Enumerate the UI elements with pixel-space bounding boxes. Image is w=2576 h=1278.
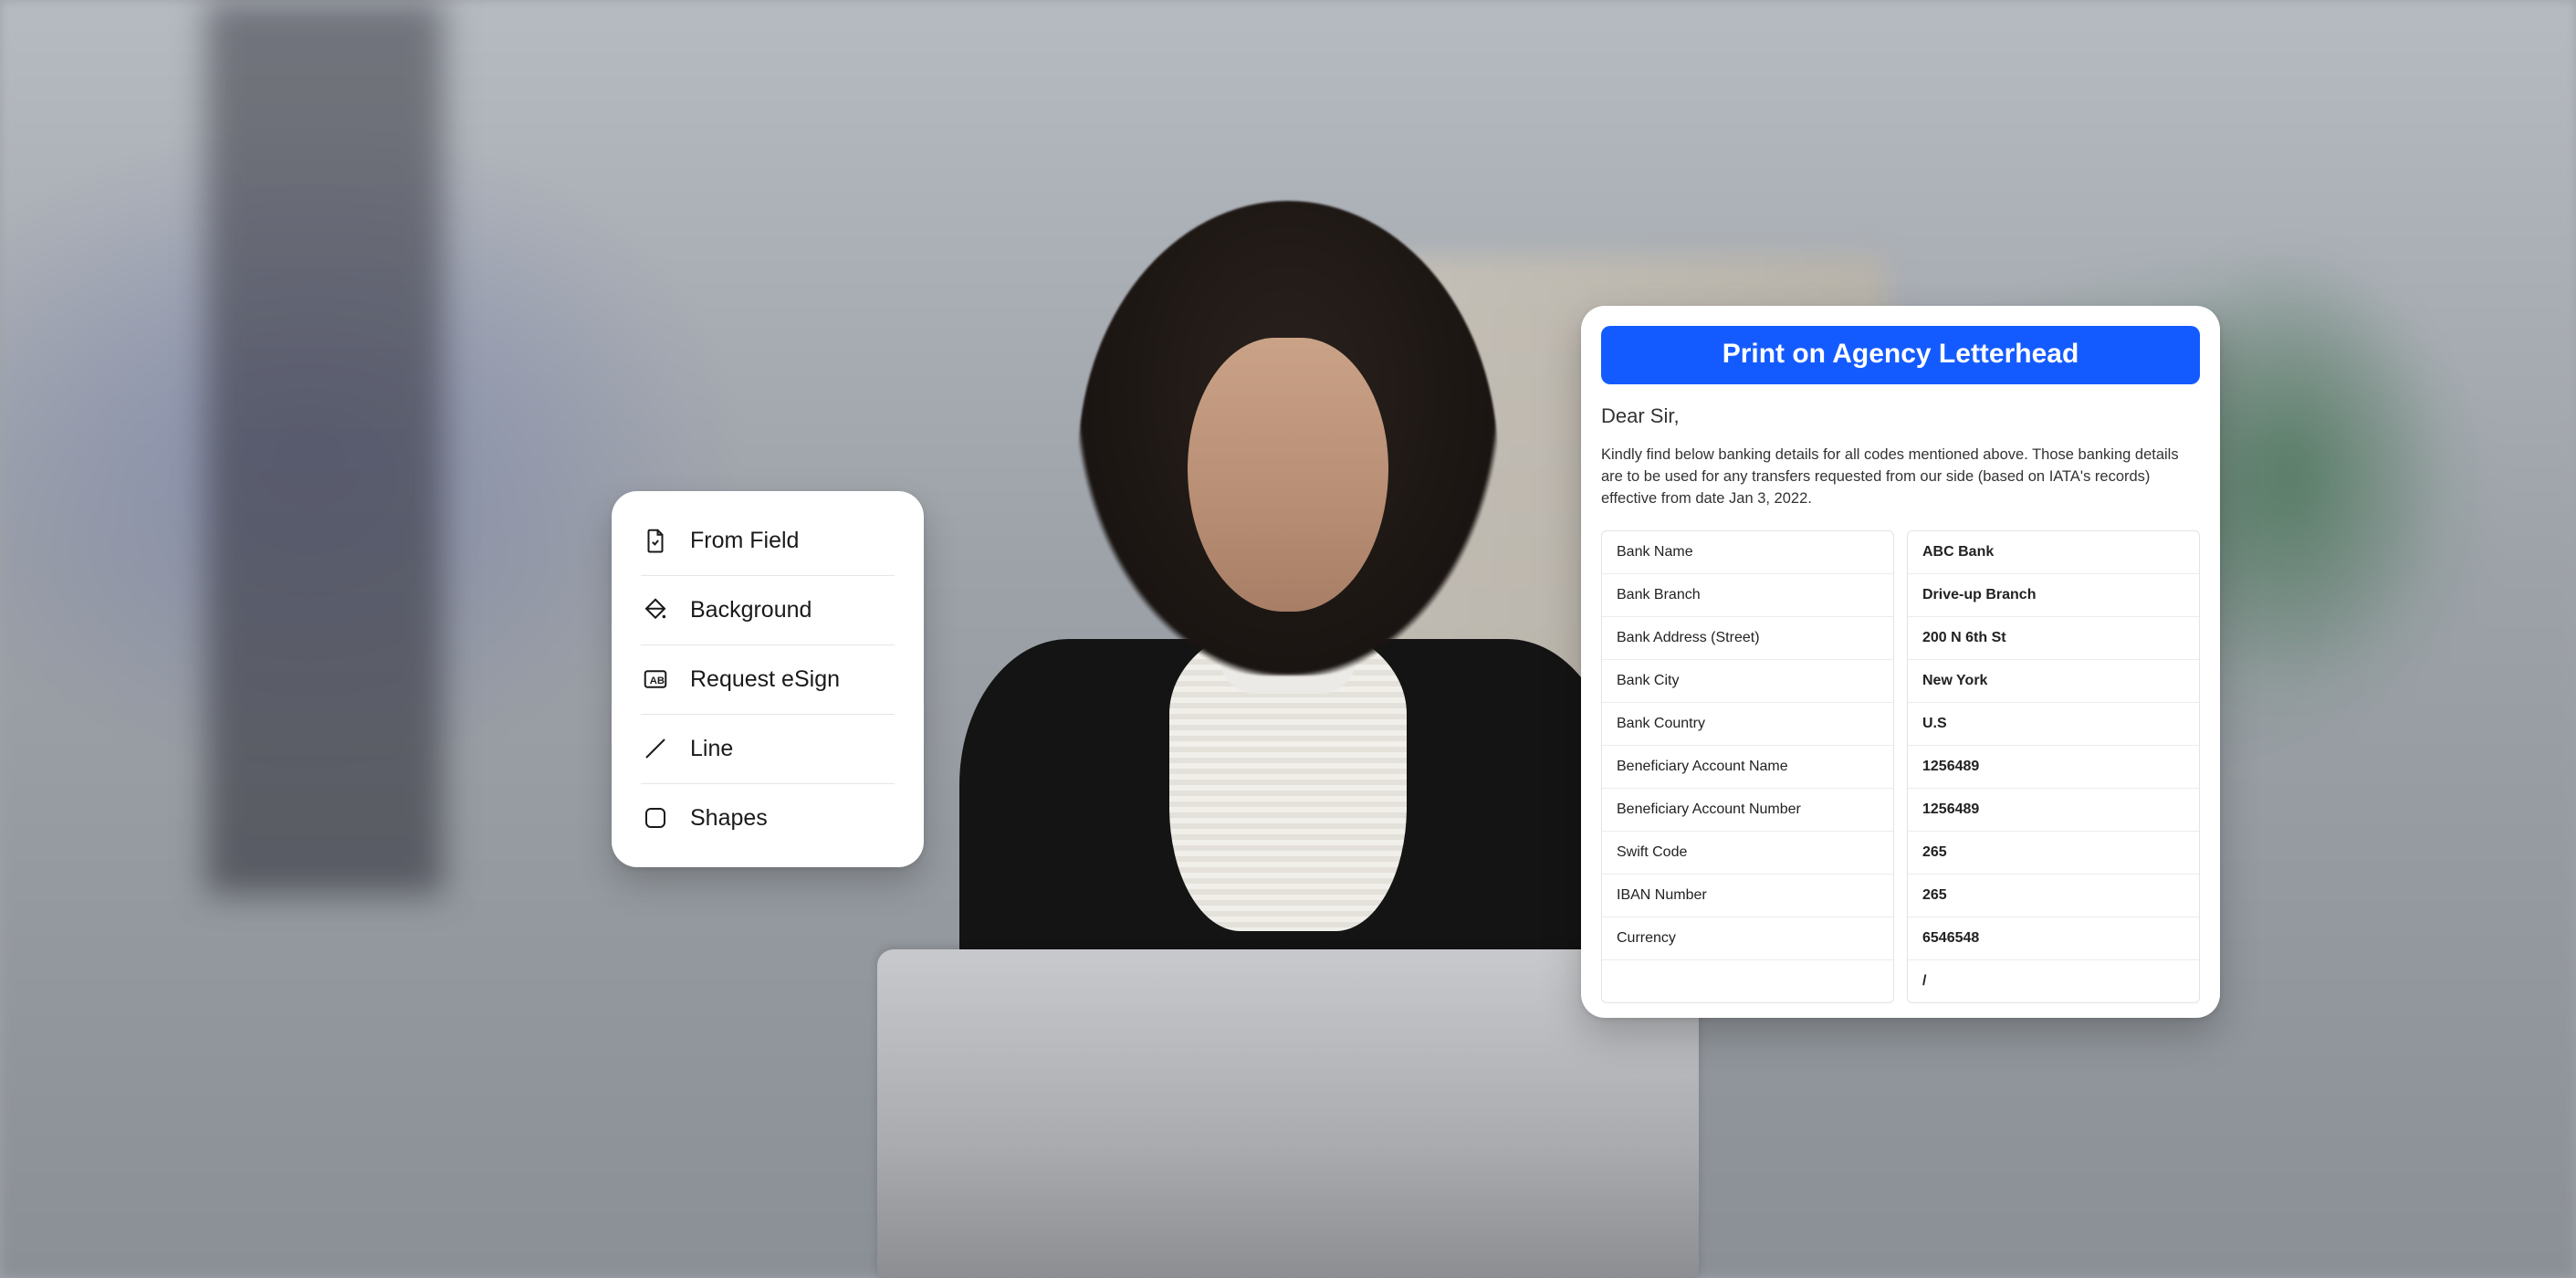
table-label-cell: Bank City: [1602, 659, 1893, 702]
table-label-cell: Bank Country: [1602, 702, 1893, 745]
tool-item-request-esign[interactable]: AB Request eSign: [612, 644, 924, 714]
table-value-cell: 1256489: [1908, 788, 2199, 831]
svg-text:AB: AB: [650, 676, 665, 686]
tool-item-line[interactable]: Line: [612, 714, 924, 783]
table-label-cell: Bank Name: [1602, 531, 1893, 573]
laptop: [877, 949, 1699, 1278]
file-icon: [641, 526, 670, 555]
table-value-cell: 6546548: [1908, 917, 2199, 959]
tool-label: Background: [690, 597, 812, 623]
tool-label: From Field: [690, 528, 799, 554]
table-label-cell: Bank Address (Street): [1602, 616, 1893, 659]
table-labels-column: Bank Name Bank Branch Bank Address (Stre…: [1601, 530, 1894, 1003]
table-value-cell: 200 N 6th St: [1908, 616, 2199, 659]
line-icon: [641, 734, 670, 763]
document-card: Print on Agency Letterhead Dear Sir, Kin…: [1581, 306, 2220, 1018]
document-salutation: Dear Sir,: [1601, 404, 2200, 428]
tool-item-from-field[interactable]: From Field: [612, 506, 924, 575]
tool-item-shapes[interactable]: Shapes: [612, 783, 924, 853]
table-value-cell: New York: [1908, 659, 2199, 702]
table-label-cell: Currency: [1602, 917, 1893, 959]
table-label-cell: Beneficiary Account Number: [1602, 788, 1893, 831]
table-label-cell: Beneficiary Account Name: [1602, 745, 1893, 788]
person-face: [1188, 338, 1388, 612]
document-intro: Kindly find below banking details for al…: [1601, 445, 2200, 510]
table-value-cell: Drive-up Branch: [1908, 573, 2199, 616]
table-label-cell: Swift Code: [1602, 831, 1893, 874]
table-values-column: ABC Bank Drive-up Branch 200 N 6th St Ne…: [1907, 530, 2200, 1003]
table-value-cell: 265: [1908, 831, 2199, 874]
tool-label: Request eSign: [690, 666, 840, 693]
print-on-letterhead-button[interactable]: Print on Agency Letterhead: [1601, 326, 2200, 384]
tool-label: Shapes: [690, 805, 768, 832]
esign-icon: AB: [641, 665, 670, 694]
tool-panel: From Field Background AB Request eSign L…: [612, 491, 924, 867]
background-frame: [206, 0, 444, 895]
shape-icon: [641, 803, 670, 833]
table-value-cell: 1256489: [1908, 745, 2199, 788]
table-label-cell: [1602, 959, 1893, 1001]
person-with-laptop: [877, 55, 1699, 1278]
table-label-cell: Bank Branch: [1602, 573, 1893, 616]
table-value-cell: /: [1908, 959, 2199, 1002]
fill-icon: [641, 595, 670, 624]
banking-details-table: Bank Name Bank Branch Bank Address (Stre…: [1601, 530, 2200, 1003]
tool-item-background[interactable]: Background: [612, 575, 924, 644]
table-value-cell: U.S: [1908, 702, 2199, 745]
tool-label: Line: [690, 736, 733, 762]
table-value-cell: 265: [1908, 874, 2199, 917]
table-label-cell: IBAN Number: [1602, 874, 1893, 917]
table-value-cell: ABC Bank: [1908, 531, 2199, 573]
